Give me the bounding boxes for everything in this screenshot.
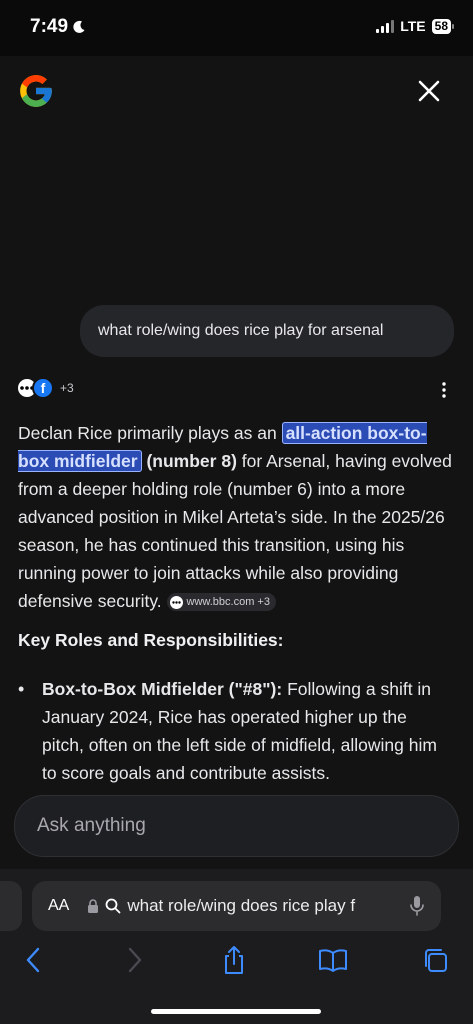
bullet-list: • Box-to-Box Midfielder ("#8"): Followin… [18,675,452,787]
previous-tab-preview[interactable] [0,881,22,931]
user-query-bubble: what role/wing does rice play for arsena… [80,305,454,357]
bullet-title: Box-to-Box Midfielder ("#8"): [42,679,283,699]
status-time: 7:49 [30,16,86,38]
safari-bottom-bar: AA what role/wing does rice play f [0,869,473,1024]
sources-row[interactable]: f +3 [16,375,74,401]
google-g-icon [20,75,52,107]
bookmarks-icon[interactable] [318,945,348,975]
ask-anything-input[interactable]: Ask anything [14,795,459,857]
status-bar: 7:49 LTE 58 [0,0,473,56]
battery-icon: 58 [431,18,455,34]
answer-text-part1: Declan Rice primarily plays as an [18,423,282,443]
network-label: LTE [400,18,426,34]
citation-label: www.bbc.com +3 [186,596,270,609]
time-label: 7:49 [30,16,69,37]
user-query-text: what role/wing does rice play for arsena… [98,322,384,339]
bullet-content: Box-to-Box Midfielder ("#8"): Following … [42,675,452,787]
answer-bold: (number 8) [141,451,237,471]
microphone-icon[interactable] [409,895,425,917]
facebook-icon: f [32,377,54,399]
bullet-dot: • [18,679,25,699]
status-indicators: LTE 58 [376,18,455,34]
address-bar[interactable]: AA what role/wing does rice play f [32,881,441,931]
moon-icon [73,20,85,33]
share-icon[interactable] [219,945,249,975]
lock-icon [88,898,99,913]
close-icon[interactable] [416,78,442,104]
url-text: what role/wing does rice play f [127,896,356,915]
ask-placeholder: Ask anything [37,815,146,836]
more-options-icon[interactable] [437,379,451,401]
answer-text-part2: for Arsenal, having evolved from a deepe… [18,451,452,611]
signal-icon [376,19,395,33]
list-item: • Box-to-Box Midfielder ("#8"): Followin… [18,675,452,787]
home-indicator[interactable] [151,1009,321,1014]
reader-aa-button[interactable]: AA [48,897,69,915]
citation-chip[interactable]: www.bbc.com +3 [166,593,276,612]
tabs-icon[interactable] [420,945,450,975]
citation-dots-icon [169,595,183,609]
section-heading: Key Roles and Responsibilities: [18,630,284,650]
forward-icon[interactable] [120,945,150,975]
safari-toolbar [0,945,473,975]
search-icon [105,898,121,914]
ai-answer-paragraph: Declan Rice primarily plays as an all-ac… [18,419,452,615]
sources-count: +3 [60,381,74,395]
back-icon[interactable] [18,945,48,975]
